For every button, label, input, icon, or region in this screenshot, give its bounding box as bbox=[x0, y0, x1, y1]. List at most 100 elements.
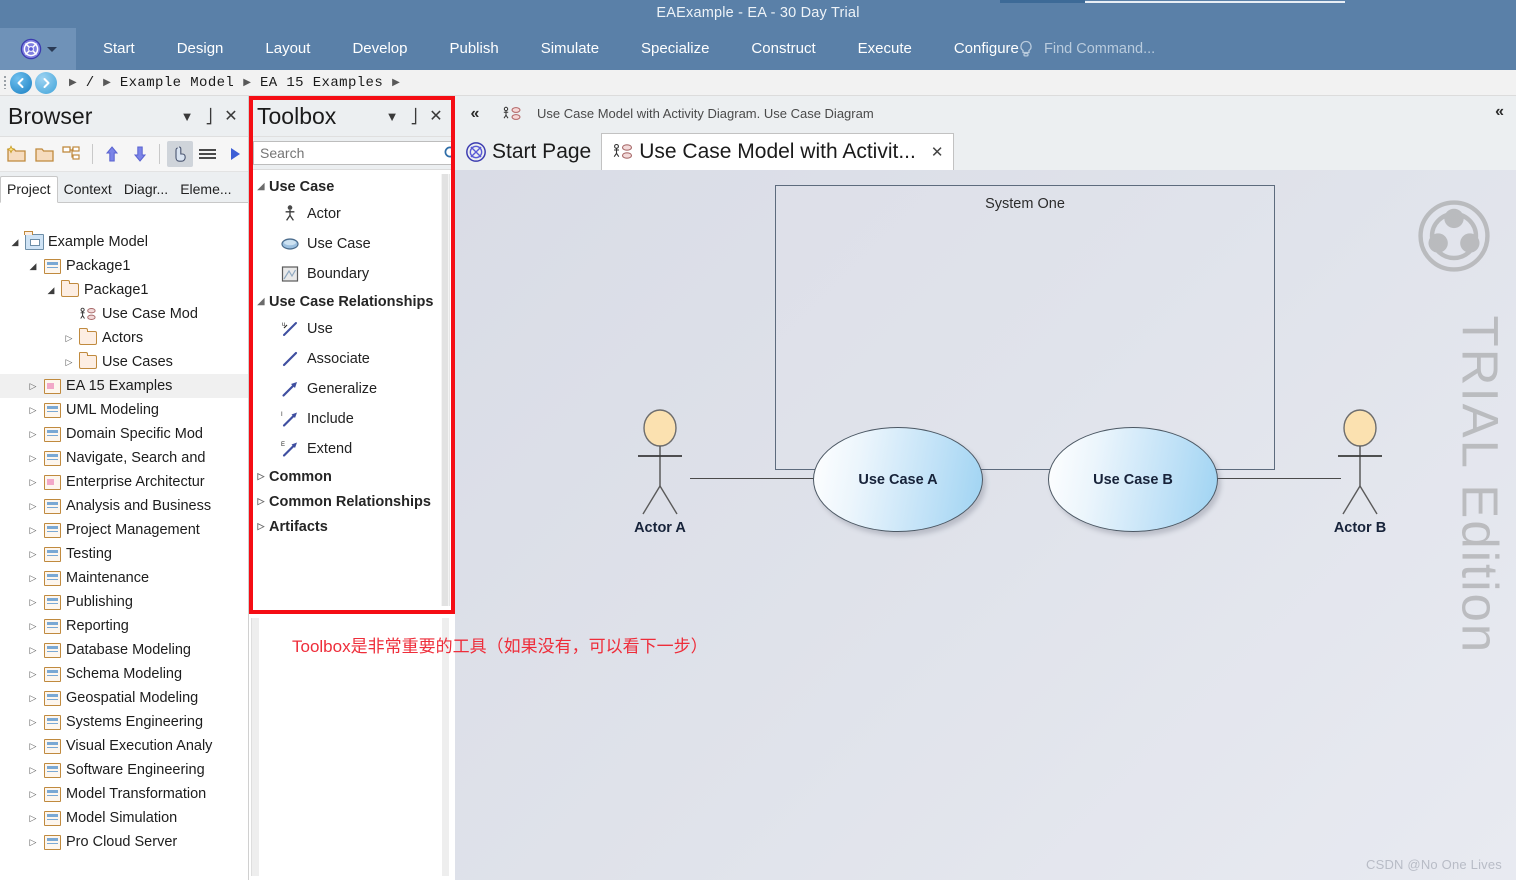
tree-item[interactable]: ▷ EA 15 Examples bbox=[0, 374, 248, 398]
browser-tab-elements[interactable]: Eleme... bbox=[174, 177, 237, 202]
system-boundary[interactable]: System One bbox=[775, 185, 1275, 470]
ribbon-tab-simulate[interactable]: Simulate bbox=[520, 28, 620, 70]
tree-expander-open-icon[interactable]: ◢ bbox=[253, 296, 269, 307]
use-case-a[interactable]: Use Case A bbox=[813, 427, 983, 532]
nav-forward-button[interactable] bbox=[35, 71, 57, 94]
tree-expander-closed-icon[interactable]: ▷ bbox=[24, 837, 42, 848]
toolbox-lower-left-scroll[interactable] bbox=[251, 618, 259, 876]
tree-item[interactable]: ▷ Systems Engineering bbox=[0, 710, 248, 734]
ribbon-tab-specialize[interactable]: Specialize bbox=[620, 28, 730, 70]
ribbon-tab-start[interactable]: Start bbox=[82, 28, 156, 70]
toolbox-item[interactable]: Generalize bbox=[253, 374, 449, 404]
move-up-icon[interactable] bbox=[99, 141, 125, 167]
tree-item[interactable]: ▷ Use Cases bbox=[0, 350, 248, 374]
tree-expander-closed-icon[interactable]: ▷ bbox=[253, 521, 269, 532]
tree-expander-closed-icon[interactable]: ▷ bbox=[24, 549, 42, 560]
tree-expander-closed-icon[interactable]: ▷ bbox=[24, 501, 42, 512]
tree-item[interactable]: ◢ Package1 bbox=[0, 254, 248, 278]
tree-expander-closed-icon[interactable]: ▷ bbox=[24, 813, 42, 824]
tree-item[interactable]: ▷ Schema Modeling bbox=[0, 662, 248, 686]
tree-item[interactable]: ▷ Database Modeling bbox=[0, 638, 248, 662]
tree-expander-open-icon[interactable]: ◢ bbox=[42, 285, 60, 296]
tree-item[interactable]: Use Case Mod bbox=[0, 302, 248, 326]
toolbox-close-icon[interactable]: ✕ bbox=[425, 104, 453, 128]
association-actor-a-usecase-a[interactable] bbox=[690, 478, 816, 480]
nav-back-button[interactable] bbox=[10, 71, 32, 94]
browser-tab-context[interactable]: Context bbox=[58, 177, 118, 202]
tree-item[interactable]: ▷ Pro Cloud Server bbox=[0, 830, 248, 854]
tree-expander-closed-icon[interactable]: ▷ bbox=[24, 693, 42, 704]
ribbon-tab-execute[interactable]: Execute bbox=[837, 28, 933, 70]
tree-item[interactable]: ▷ Domain Specific Mod bbox=[0, 422, 248, 446]
tree-item[interactable]: ▷ Visual Execution Analy bbox=[0, 734, 248, 758]
select-pointer-icon[interactable] bbox=[167, 141, 193, 167]
tree-expander-closed-icon[interactable]: ▷ bbox=[24, 405, 42, 416]
tree-expander-open-icon[interactable]: ◢ bbox=[253, 181, 269, 192]
breadcrumb-grip[interactable] bbox=[0, 70, 10, 95]
ribbon-tab-design[interactable]: Design bbox=[156, 28, 245, 70]
toolbox-dropdown-button[interactable]: ▼ bbox=[381, 104, 403, 128]
use-case-b[interactable]: Use Case B bbox=[1048, 427, 1218, 532]
toolbox-item[interactable]: Actor bbox=[253, 199, 449, 229]
tree-item[interactable]: ▷ Analysis and Business bbox=[0, 494, 248, 518]
toolbox-scrollbar[interactable] bbox=[441, 174, 449, 606]
tree-expander-closed-icon[interactable]: ▷ bbox=[24, 597, 42, 608]
hierarchy-icon[interactable] bbox=[59, 141, 85, 167]
move-down-icon[interactable] bbox=[127, 141, 153, 167]
tree-expander-closed-icon[interactable]: ▷ bbox=[24, 765, 42, 776]
toolbox-pin-icon[interactable]: ⎦ bbox=[403, 104, 425, 128]
find-command-box[interactable]: Find Command... bbox=[1018, 28, 1155, 70]
tree-expander-closed-icon[interactable]: ▷ bbox=[24, 741, 42, 752]
tree-item[interactable]: ▷ Reporting bbox=[0, 614, 248, 638]
tree-expander-closed-icon[interactable]: ▷ bbox=[24, 621, 42, 632]
tree-item[interactable]: ▷ Enterprise Architectur bbox=[0, 470, 248, 494]
ribbon-tab-publish[interactable]: Publish bbox=[428, 28, 519, 70]
list-menu-icon[interactable] bbox=[195, 141, 221, 167]
tree-expander-open-icon[interactable]: ◢ bbox=[24, 261, 42, 272]
tree-item[interactable]: ▷ Model Simulation bbox=[0, 806, 248, 830]
browser-pin-icon[interactable]: ⎦ bbox=[198, 104, 220, 128]
tree-expander-closed-icon[interactable]: ▷ bbox=[24, 669, 42, 680]
tree-expander-open-icon[interactable]: ◢ bbox=[6, 237, 24, 248]
search-input[interactable] bbox=[258, 144, 443, 162]
tree-item[interactable]: ▷ Project Management bbox=[0, 518, 248, 542]
tree-expander-closed-icon[interactable]: ▷ bbox=[253, 496, 269, 507]
tree-expander-closed-icon[interactable]: ▷ bbox=[24, 645, 42, 656]
tree-item[interactable]: ▷ Geospatial Modeling bbox=[0, 686, 248, 710]
ribbon-tab-layout[interactable]: Layout bbox=[244, 28, 331, 70]
tree-item[interactable]: ▷ Navigate, Search and bbox=[0, 446, 248, 470]
tree-expander-closed-icon[interactable]: ▷ bbox=[24, 453, 42, 464]
tree-expander-closed-icon[interactable]: ▷ bbox=[24, 573, 42, 584]
toolbox-group-header[interactable]: ◢ Use Case Relationships bbox=[253, 289, 449, 314]
new-package-icon[interactable] bbox=[4, 141, 30, 167]
play-icon[interactable] bbox=[222, 141, 248, 167]
tree-item[interactable]: ▷ UML Modeling bbox=[0, 398, 248, 422]
ribbon-tab-construct[interactable]: Construct bbox=[730, 28, 836, 70]
tree-expander-closed-icon[interactable]: ▷ bbox=[60, 357, 78, 368]
chevron-double-left-icon-right[interactable]: « bbox=[1495, 103, 1504, 121]
actor-a[interactable]: Actor A bbox=[630, 408, 690, 538]
tree-item[interactable]: ◢ Example Model bbox=[0, 230, 248, 254]
tab-start-page[interactable]: Start Page bbox=[455, 134, 601, 170]
toolbox-item[interactable]: Associate bbox=[253, 344, 449, 374]
tree-expander-closed-icon[interactable]: ▷ bbox=[24, 477, 42, 488]
close-icon[interactable]: ✕ bbox=[931, 143, 944, 161]
toolbox-item[interactable]: u Use bbox=[253, 314, 449, 344]
chevron-double-left-icon[interactable]: « bbox=[455, 105, 495, 123]
tab-use-case-model[interactable]: Use Case Model with Activit... ✕ bbox=[601, 133, 955, 171]
tree-expander-closed-icon[interactable]: ▷ bbox=[24, 717, 42, 728]
tree-item[interactable]: ▷ Publishing bbox=[0, 590, 248, 614]
browser-close-icon[interactable]: ✕ bbox=[220, 104, 248, 128]
tree-expander-closed-icon[interactable]: ▷ bbox=[24, 525, 42, 536]
breadcrumb-item-example-model[interactable]: Example Model bbox=[120, 75, 234, 91]
browser-tab-project[interactable]: Project bbox=[0, 176, 58, 203]
tree-item[interactable]: ▷ Software Engineering bbox=[0, 758, 248, 782]
actor-b[interactable]: Actor B bbox=[1330, 408, 1390, 538]
toolbox-search-box[interactable] bbox=[253, 141, 465, 165]
toolbox-group-header[interactable]: ▷ Artifacts bbox=[253, 514, 449, 539]
toolbox-item[interactable]: I Include bbox=[253, 404, 449, 434]
tree-item[interactable]: ◢ Package1 bbox=[0, 278, 248, 302]
browser-tab-diagrams[interactable]: Diagr... bbox=[118, 177, 174, 202]
tree-expander-closed-icon[interactable]: ▷ bbox=[24, 789, 42, 800]
tree-item[interactable]: ▷ Model Transformation bbox=[0, 782, 248, 806]
